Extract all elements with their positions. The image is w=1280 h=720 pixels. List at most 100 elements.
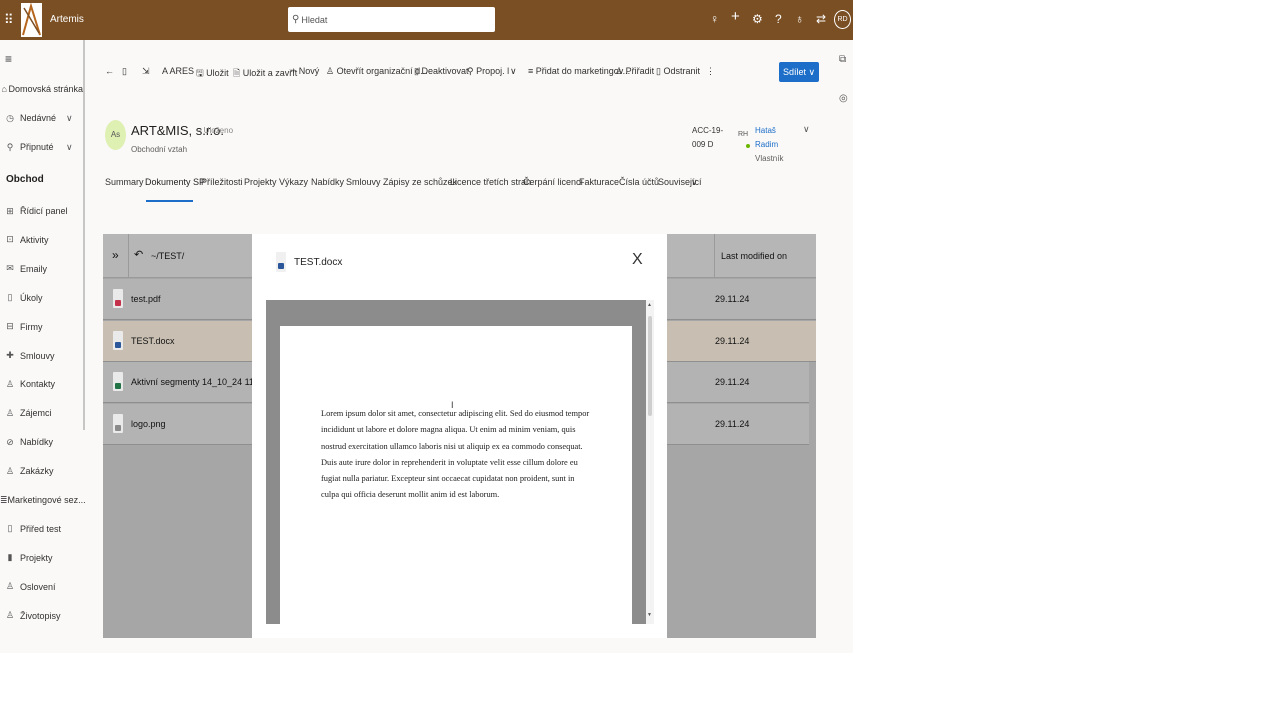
assistant-icon[interactable]: ♁: [795, 12, 804, 26]
panel-icon[interactable]: ⧉: [839, 54, 846, 65]
app-name[interactable]: Artemis: [50, 14, 84, 25]
close-button[interactable]: X: [632, 251, 643, 269]
sidebar-item[interactable]: ⊞ Řídicí panel: [0, 200, 83, 222]
sidebar-item-label: Oslovení: [20, 581, 56, 592]
tab-item[interactable]: Příležitosti: [201, 177, 243, 187]
sidebar-item[interactable]: ♙ Zakázky: [0, 460, 83, 482]
file-name[interactable]: logo.png: [131, 419, 166, 429]
cmd-deactivate[interactable]: ▯ Deaktivovat: [414, 66, 468, 77]
cmd-new[interactable]: + Nový: [291, 66, 319, 76]
chevron-down-icon[interactable]: ∨: [66, 113, 73, 124]
cmd-open-org[interactable]: ♙ Otevřít organizační d...: [326, 66, 428, 77]
search-input[interactable]: ⚲ Hledat: [288, 7, 495, 32]
modified-date: 29.11.24: [715, 335, 750, 346]
cmd-save-close[interactable]: 🗎 Uložit a zavřít: [233, 66, 297, 82]
sidebar-item[interactable]: ✉ Emaily: [0, 258, 83, 280]
grid-header: Last modified on: [667, 234, 816, 278]
user-avatar[interactable]: RD: [834, 10, 851, 29]
back-arrow-icon[interactable]: ↶: [134, 248, 143, 261]
tab-item[interactable]: Výkazy: [279, 177, 308, 187]
sidebar-item[interactable]: ▯ Přiřed test: [0, 518, 83, 540]
sidebar-item[interactable]: ⊟ Firmy: [0, 316, 83, 338]
sidebar-item-label: Domovská stránka: [8, 84, 83, 94]
share-button[interactable]: Sdílet ∨: [779, 62, 819, 82]
column-header-modified[interactable]: Last modified on: [721, 251, 787, 261]
tab-item[interactable]: Summary: [105, 177, 144, 187]
owner-avatar: RH: [738, 131, 749, 138]
table-row[interactable]: 29.11.24: [667, 320, 816, 362]
sidebar-item[interactable]: ♙ Životopisy: [0, 605, 83, 627]
add-icon[interactable]: +: [731, 9, 740, 24]
sidebar-item[interactable]: ♙ Oslovení: [0, 576, 83, 598]
tab-item[interactable]: Čerpání licencí: [523, 177, 583, 187]
owner-field[interactable]: Hataš Radim Vlastník: [755, 124, 801, 166]
tab-item[interactable]: Čísla účtů: [619, 177, 659, 187]
table-row[interactable]: 29.11.24: [667, 362, 809, 403]
file-name[interactable]: Aktivní segmenty 14_10_24 11-21-14.xlsx: [131, 377, 252, 387]
sidebar-section-title: Obchod: [6, 174, 44, 185]
save-status: – Uloženo: [197, 126, 234, 135]
form-icon[interactable]: ▯: [122, 66, 127, 77]
docx-file-icon: [113, 330, 123, 350]
search-icon: ⚲: [292, 14, 300, 25]
sidebar-item[interactable]: ✚ Smlouvy: [0, 345, 83, 367]
cmd-ares[interactable]: A ARES: [162, 66, 194, 76]
table-row[interactable]: 29.11.24: [667, 279, 816, 320]
tab-item[interactable]: Licence třetích stran: [450, 177, 531, 187]
more-icon[interactable]: ⋮: [706, 66, 715, 77]
active-tab-indicator: [146, 200, 193, 202]
sidebar-item[interactable]: ♙ Zájemci: [0, 402, 83, 424]
file-name[interactable]: TEST.docx: [131, 336, 175, 346]
sidebar-item[interactable]: ⌂ Domovská stránka: [0, 78, 83, 100]
viewer-scrollbar[interactable]: ▲ ▼: [646, 300, 654, 624]
share-icon[interactable]: ⇄: [816, 12, 826, 26]
sidebar-item-label: Řídicí panel: [20, 206, 68, 216]
sidebar-scrollbar[interactable]: [83, 40, 85, 430]
expand-icon[interactable]: »: [112, 248, 119, 262]
cmd-save[interactable]: 🖫 Uložit: [196, 66, 229, 82]
chart-icon: ▮: [7, 552, 13, 563]
cmd-assign[interactable]: ♙ Přiřadit: [615, 66, 654, 77]
help-icon[interactable]: ?: [775, 12, 782, 26]
sidebar-item[interactable]: ⊡ Aktivity: [0, 229, 83, 251]
list-icon: ≣: [0, 494, 8, 505]
scrollbar-thumb[interactable]: [648, 316, 652, 416]
scroll-up-icon[interactable]: ▲: [647, 302, 652, 308]
cmd-delete[interactable]: ▯ Odstranit: [656, 66, 700, 77]
table-row[interactable]: 29.11.24: [667, 403, 809, 445]
tab-item[interactable]: Dokumenty SP: [145, 177, 205, 187]
tab-item[interactable]: Fakturace: [579, 177, 619, 187]
menu-icon[interactable]: ≡: [5, 52, 12, 66]
scroll-down-icon[interactable]: ▼: [647, 612, 652, 618]
tab-item[interactable]: Smlouvy: [346, 177, 381, 187]
file-name[interactable]: test.pdf: [131, 294, 161, 304]
chevron-down-icon[interactable]: ∨: [510, 66, 517, 77]
folder-path: ~/TEST/: [151, 251, 185, 261]
table-row[interactable]: Aktivní segmenty 14_10_24 11-21-14.xlsx: [103, 362, 252, 403]
back-icon[interactable]: ←: [105, 66, 114, 76]
sidebar-item[interactable]: ⊘ Nabídky: [0, 431, 83, 453]
table-row[interactable]: TEST.docx: [103, 320, 252, 362]
owner-name[interactable]: Hataš Radim: [755, 124, 801, 152]
sidebar-item[interactable]: ▮ Projekty: [0, 547, 83, 569]
table-row[interactable]: logo.png: [103, 403, 252, 445]
person-icon: ♙: [5, 581, 15, 592]
tab-item[interactable]: Nabídky: [311, 177, 344, 187]
sidebar-item[interactable]: ≣ Marketingové sez...: [0, 489, 86, 511]
sidebar-item[interactable]: ⚲ Připnuté ∨: [0, 136, 83, 158]
table-row[interactable]: test.pdf: [103, 279, 252, 320]
copilot-icon[interactable]: ◎: [839, 93, 848, 104]
sidebar-item[interactable]: ◷ Nedávné ∨: [0, 107, 83, 129]
lightbulb-icon[interactable]: ♀: [710, 12, 719, 26]
tab-item[interactable]: Projekty: [244, 177, 277, 187]
chevron-down-icon[interactable]: ∨: [66, 142, 73, 153]
app-launcher-icon[interactable]: ⠿: [4, 12, 18, 28]
tab-item[interactable]: Zápisy ze schůzek: [383, 177, 457, 187]
sidebar-item[interactable]: ▯ Úkoly: [0, 287, 83, 309]
new-window-icon[interactable]: ⇲: [142, 66, 150, 77]
settings-icon[interactable]: ⚙: [752, 12, 763, 26]
cmd-connect[interactable]: ⚲ Propoj. l: [467, 66, 509, 77]
chevron-down-icon[interactable]: ∨: [803, 124, 810, 135]
sidebar-item[interactable]: ♙ Kontakty: [0, 373, 83, 395]
document-viewer[interactable]: Lorem ipsum dolor sit amet, consectetur …: [266, 300, 646, 624]
